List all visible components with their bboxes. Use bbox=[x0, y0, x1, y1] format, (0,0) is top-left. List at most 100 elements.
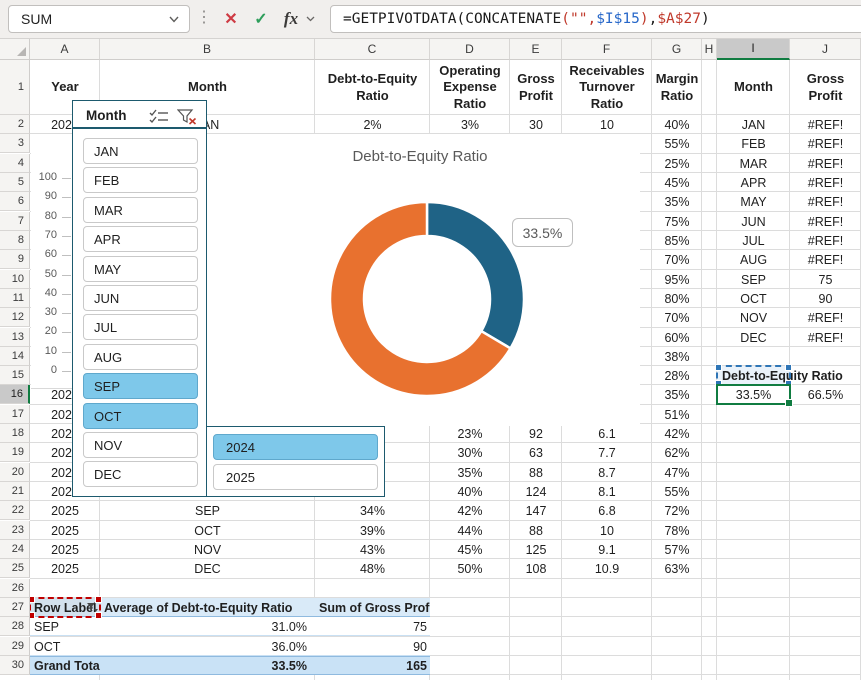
cell-C23[interactable]: 39% bbox=[315, 521, 430, 540]
row-header-15[interactable]: 15 bbox=[0, 366, 30, 385]
cell-J5[interactable]: #REF! bbox=[790, 173, 861, 192]
cell-C22[interactable]: 34% bbox=[315, 501, 430, 520]
cell-I7[interactable]: JUN bbox=[717, 212, 790, 231]
cell-D2[interactable]: 3% bbox=[430, 115, 510, 134]
cell-E19[interactable]: 63 bbox=[510, 443, 562, 462]
cell-E24[interactable]: 125 bbox=[510, 540, 562, 559]
row-header-12[interactable]: 12 bbox=[0, 308, 30, 327]
row-header-25[interactable]: 25 bbox=[0, 559, 30, 578]
cell-F1[interactable]: Receivables Turnover Ratio bbox=[562, 60, 652, 115]
cell-I13[interactable]: DEC bbox=[717, 328, 790, 347]
cell-G25[interactable]: 63% bbox=[652, 559, 702, 578]
month-slicer-item-OCT[interactable]: OCT bbox=[83, 403, 198, 429]
cell-J4[interactable]: #REF! bbox=[790, 154, 861, 173]
cell-G1[interactable]: Margin Ratio bbox=[652, 60, 702, 115]
cell-G10[interactable]: 95% bbox=[652, 270, 702, 289]
cell-G3[interactable]: 55% bbox=[652, 134, 702, 153]
cell-D21[interactable]: 40% bbox=[430, 482, 510, 501]
cell-G19[interactable]: 62% bbox=[652, 443, 702, 462]
cell-F19[interactable]: 7.7 bbox=[562, 443, 652, 462]
multi-select-icon[interactable] bbox=[149, 109, 169, 124]
month-slicer-item-AUG[interactable]: AUG bbox=[83, 344, 198, 370]
cell-J11[interactable]: 90 bbox=[790, 289, 861, 308]
row-header-21[interactable]: 21 bbox=[0, 482, 30, 501]
cell-E22[interactable]: 147 bbox=[510, 501, 562, 520]
cell-I3[interactable]: FEB bbox=[717, 134, 790, 153]
row-header-27[interactable]: 27 bbox=[0, 598, 30, 617]
row-header-9[interactable]: 9 bbox=[0, 250, 30, 269]
cell-E20[interactable]: 88 bbox=[510, 463, 562, 482]
cell-A23[interactable]: 2025 bbox=[30, 521, 100, 540]
cell-I16[interactable]: 33.5% bbox=[717, 385, 790, 404]
cell-A25[interactable]: 2025 bbox=[30, 559, 100, 578]
cell-B27[interactable]: Average of Debt-to-Equity Ratio bbox=[100, 598, 315, 617]
cell-I15[interactable]: Debt-to-Equity Ratio bbox=[717, 366, 790, 385]
cell-B25[interactable]: DEC bbox=[100, 559, 315, 578]
insert-function-icon[interactable]: fx bbox=[278, 6, 304, 32]
enter-check-icon[interactable]: ✓ bbox=[248, 6, 274, 32]
row-header-28[interactable]: 28 bbox=[0, 617, 30, 636]
month-slicer-item-SEP[interactable]: SEP bbox=[83, 373, 198, 399]
column-header-B[interactable]: B bbox=[100, 38, 315, 60]
cell-C29[interactable]: 90 bbox=[315, 637, 430, 656]
month-slicer-item-MAR[interactable]: MAR bbox=[83, 197, 198, 223]
cell-G23[interactable]: 78% bbox=[652, 521, 702, 540]
month-slicer-item-JAN[interactable]: JAN bbox=[83, 138, 198, 164]
cell-J3[interactable]: #REF! bbox=[790, 134, 861, 153]
cell-G6[interactable]: 35% bbox=[652, 192, 702, 211]
cell-C30[interactable]: 165 bbox=[315, 656, 430, 675]
row-header-8[interactable]: 8 bbox=[0, 231, 30, 250]
cell-J2[interactable]: #REF! bbox=[790, 115, 861, 134]
cell-G8[interactable]: 85% bbox=[652, 231, 702, 250]
cell-B24[interactable]: NOV bbox=[100, 540, 315, 559]
donut-chart[interactable]: Debt-to-Equity Ratio 33.5% bbox=[200, 134, 640, 426]
row-header-14[interactable]: 14 bbox=[0, 347, 30, 366]
cell-F25[interactable]: 10.9 bbox=[562, 559, 652, 578]
cell-J1[interactable]: Gross Profit bbox=[790, 60, 861, 115]
function-dropdown-icon[interactable] bbox=[306, 16, 315, 22]
cell-I1[interactable]: Month bbox=[717, 60, 790, 115]
cell-G2[interactable]: 40% bbox=[652, 115, 702, 134]
cell-D1[interactable]: Operating Expense Ratio bbox=[430, 60, 510, 115]
cell-B23[interactable]: OCT bbox=[100, 521, 315, 540]
select-all-corner[interactable] bbox=[0, 38, 30, 60]
year-slicer[interactable]: 20242025 bbox=[205, 426, 385, 497]
cell-J12[interactable]: #REF! bbox=[790, 308, 861, 327]
cell-I6[interactable]: MAY bbox=[717, 192, 790, 211]
cell-G5[interactable]: 45% bbox=[652, 173, 702, 192]
pivot-filter-funnel-icon[interactable] bbox=[86, 602, 98, 614]
column-header-J[interactable]: J bbox=[790, 38, 861, 60]
cell-G21[interactable]: 55% bbox=[652, 482, 702, 501]
row-header-16[interactable]: 16 bbox=[0, 385, 30, 404]
cell-G18[interactable]: 42% bbox=[652, 424, 702, 443]
formula-bar[interactable]: =GETPIVOTDATA(CONCATENATE("",$I$15),$A$2… bbox=[330, 5, 861, 33]
cell-F18[interactable]: 6.1 bbox=[562, 424, 652, 443]
cell-I8[interactable]: JUL bbox=[717, 231, 790, 250]
cell-D25[interactable]: 50% bbox=[430, 559, 510, 578]
row-header-18[interactable]: 18 bbox=[0, 424, 30, 443]
cell-I11[interactable]: OCT bbox=[717, 289, 790, 308]
cell-E25[interactable]: 108 bbox=[510, 559, 562, 578]
month-slicer-item-JUL[interactable]: JUL bbox=[83, 314, 198, 340]
month-slicer-item-JUN[interactable]: JUN bbox=[83, 285, 198, 311]
cell-A28[interactable]: SEP bbox=[30, 617, 100, 636]
column-header-C[interactable]: C bbox=[315, 38, 430, 60]
clear-filter-icon[interactable] bbox=[177, 109, 197, 125]
row-header-7[interactable]: 7 bbox=[0, 212, 30, 231]
column-header-H[interactable]: H bbox=[702, 38, 717, 60]
cell-E21[interactable]: 124 bbox=[510, 482, 562, 501]
row-header-13[interactable]: 13 bbox=[0, 328, 30, 347]
cell-C24[interactable]: 43% bbox=[315, 540, 430, 559]
year-slicer-item-2025[interactable]: 2025 bbox=[213, 464, 378, 490]
cell-I2[interactable]: JAN bbox=[717, 115, 790, 134]
cell-D24[interactable]: 45% bbox=[430, 540, 510, 559]
cell-A22[interactable]: 2025 bbox=[30, 501, 100, 520]
cell-A24[interactable]: 2025 bbox=[30, 540, 100, 559]
column-header-A[interactable]: A bbox=[30, 38, 100, 60]
column-header-F[interactable]: F bbox=[562, 38, 652, 60]
cell-D19[interactable]: 30% bbox=[430, 443, 510, 462]
cell-I4[interactable]: MAR bbox=[717, 154, 790, 173]
month-slicer-item-DEC[interactable]: DEC bbox=[83, 461, 198, 487]
cell-I12[interactable]: NOV bbox=[717, 308, 790, 327]
cell-G17[interactable]: 51% bbox=[652, 405, 702, 424]
